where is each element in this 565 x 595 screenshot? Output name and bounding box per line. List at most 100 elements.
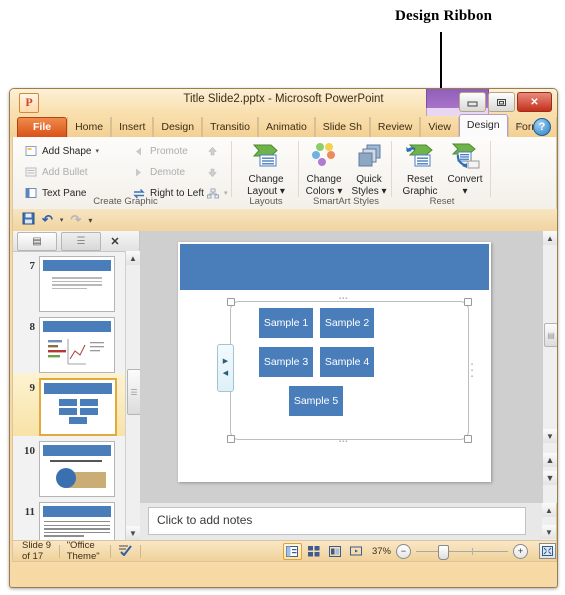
slide-sorter-button[interactable] — [306, 544, 323, 559]
slide-show-button[interactable] — [348, 544, 365, 559]
thumbnail-scrollbar[interactable]: ▲ ☰ ▼ — [125, 251, 141, 540]
zoom-slider-track[interactable] — [415, 544, 508, 560]
text-pane-open-icon[interactable]: ▶ — [223, 358, 228, 365]
tab-transitions[interactable]: Transitio — [202, 117, 258, 137]
tab-file[interactable]: File — [17, 117, 68, 137]
change-layout-button[interactable]: Change Layout ▾ — [239, 141, 293, 197]
customize-qat-icon[interactable]: ▾ — [88, 216, 92, 225]
thumbnail-slide-7[interactable]: 7 — [13, 251, 125, 312]
slide-scrollbar[interactable]: ▲ ▤ ▼ ▲ ▼ — [542, 231, 557, 503]
minimize-button[interactable] — [459, 92, 486, 112]
notes-scroll-down-icon[interactable]: ▼ — [542, 525, 556, 539]
thumb-body-lines — [52, 277, 102, 291]
tab-view[interactable]: View — [420, 117, 459, 137]
slide-counter[interactable]: Slide 9 of 17 — [22, 540, 52, 562]
slide-scroll-down-icon[interactable]: ▼ — [543, 429, 557, 443]
quick-styles-button[interactable]: Quick Styles ▾ — [342, 141, 396, 197]
change-layout-icon — [239, 141, 293, 171]
add-shape-dropdown-icon[interactable]: ▾ — [96, 147, 100, 155]
tab-slide-show[interactable]: Slide Sh — [314, 117, 370, 137]
undo-icon[interactable]: ↶ — [42, 212, 53, 228]
ribbon-group-label-layouts: Layouts — [249, 196, 283, 207]
notes-scrollbar[interactable]: ▲ ▼ — [542, 503, 556, 540]
collapse-ribbon-icon[interactable]: ⌃ — [513, 120, 528, 135]
tab-animations[interactable]: Animatio — [257, 117, 315, 137]
smartart-box-3[interactable]: Sample 3 — [259, 347, 313, 377]
thumb-title-band — [44, 383, 112, 394]
selection-handle-right[interactable]: ▪ ▪ ▪ — [471, 362, 474, 380]
thumbnail-preview — [39, 378, 117, 436]
selection-handle-top[interactable]: ▪▪▪ — [339, 296, 348, 302]
smartart-box-1[interactable]: Sample 1 — [259, 308, 313, 338]
spellcheck-icon[interactable] — [117, 543, 133, 559]
tab-insert[interactable]: Insert — [111, 117, 154, 137]
slide-scroll-up-icon[interactable]: ▲ — [543, 231, 557, 245]
tab-design[interactable]: Design — [153, 117, 203, 137]
thumbnail-preview — [39, 441, 115, 497]
next-slide-button[interactable]: ▼ — [543, 471, 557, 485]
ribbon-item-move-down[interactable] — [205, 163, 233, 181]
ribbon-item-add-shape[interactable]: Add Shape ▾ — [23, 142, 143, 160]
notes-placeholder[interactable]: Click to add notes — [148, 507, 526, 535]
fit-slide-to-window-button[interactable] — [538, 543, 556, 559]
thumbnail-slide-9[interactable]: 9 — [13, 373, 125, 436]
save-icon[interactable] — [22, 212, 35, 228]
ribbon-group-label-smartart-styles: SmartArt Styles — [313, 196, 379, 207]
tab-smartart-design[interactable]: Design — [458, 114, 508, 137]
thumbnail-scroll-thumb[interactable]: ☰ — [127, 369, 141, 415]
thumbnail-slide-11[interactable]: 11 — [13, 497, 125, 540]
ribbon-item-demote[interactable]: Demote — [131, 163, 209, 181]
smartart-box-2[interactable]: Sample 2 — [320, 308, 374, 338]
slide-canvas[interactable]: ▪▪▪ ▪▪▪ ▪ ▪ ▪ ▶ ◀ Sample 1 Sample 2 Sample… — [178, 242, 491, 482]
move-down-icon — [205, 165, 220, 180]
close-button[interactable]: ✕ — [517, 92, 552, 112]
demote-icon — [131, 165, 146, 180]
zoom-in-button[interactable]: + — [512, 543, 528, 559]
thumbnail-scroll-up-icon[interactable]: ▲ — [126, 251, 140, 265]
powerpoint-window: P Title Slide2.pptx - Microsoft PowerPoi… — [9, 88, 558, 588]
status-separator — [140, 544, 141, 558]
thumbnail-slide-10[interactable]: 10 — [13, 436, 125, 497]
zoom-slider-thumb[interactable] — [437, 544, 449, 560]
thumbnail-list[interactable]: 7 8 9 10 11 — [13, 251, 125, 540]
annotation-label: Design Ribbon — [395, 8, 493, 24]
notes-scroll-up-icon[interactable]: ▲ — [542, 503, 556, 517]
close-pane-icon[interactable]: ✕ — [106, 233, 124, 250]
slides-tab[interactable]: ▤ — [17, 231, 57, 251]
ribbon-item-move-up[interactable] — [205, 142, 233, 160]
undo-dropdown-icon[interactable]: ▾ — [60, 216, 64, 224]
change-layout-label-1: Change — [248, 174, 284, 185]
help-icon[interactable]: ? — [533, 118, 551, 136]
tab-review[interactable]: Review — [369, 117, 421, 137]
text-pane-close-icon[interactable]: ◀ — [223, 370, 228, 377]
zoom-out-button[interactable]: − — [395, 543, 411, 559]
ribbon-item-promote[interactable]: Promote — [131, 142, 209, 160]
selection-handle-br[interactable] — [464, 435, 472, 443]
thumbnail-pane-tabs: ▤ ☰ ✕ — [13, 231, 139, 252]
selection-handle-tr[interactable] — [464, 298, 472, 306]
ribbon-item-add-bullet[interactable]: Add Bullet — [23, 163, 143, 181]
selection-handle-bl[interactable] — [227, 435, 235, 443]
tab-home[interactable]: Home — [67, 117, 112, 137]
theme-name[interactable]: "Office Theme" — [67, 540, 103, 562]
previous-slide-button[interactable]: ▲ — [543, 453, 557, 467]
redo-icon[interactable]: ↷ — [70, 212, 81, 228]
ribbon-group-label-reset: Reset — [429, 196, 455, 207]
convert-button[interactable]: Convert ▾ — [438, 141, 492, 197]
normal-view-button[interactable] — [282, 542, 302, 560]
smartart-box-4[interactable]: Sample 4 — [320, 347, 374, 377]
zoom-percent[interactable]: 37% — [372, 546, 391, 557]
thumb-title-band — [43, 445, 111, 456]
thumbnail-scroll-down-icon[interactable]: ▼ — [126, 526, 140, 540]
smartart-text-pane-toggle[interactable]: ▶ ◀ — [217, 344, 234, 392]
selection-handle-tl[interactable] — [227, 298, 235, 306]
outline-tab[interactable]: ☰ — [61, 231, 101, 251]
smartart-container[interactable]: ▪▪▪ ▪▪▪ ▪ ▪ ▪ ▶ ◀ Sample 1 Sample 2 Sample… — [217, 296, 473, 445]
slide-scroll-thumb[interactable]: ▤ — [544, 323, 557, 347]
reading-view-button[interactable] — [327, 544, 344, 559]
restore-button[interactable] — [488, 92, 515, 112]
selection-handle-bottom[interactable]: ▪▪▪ — [339, 439, 348, 445]
smartart-box-5[interactable]: Sample 5 — [289, 386, 343, 416]
thumbnail-slide-8[interactable]: 8 — [13, 312, 125, 373]
slide-title-placeholder[interactable] — [180, 244, 489, 290]
